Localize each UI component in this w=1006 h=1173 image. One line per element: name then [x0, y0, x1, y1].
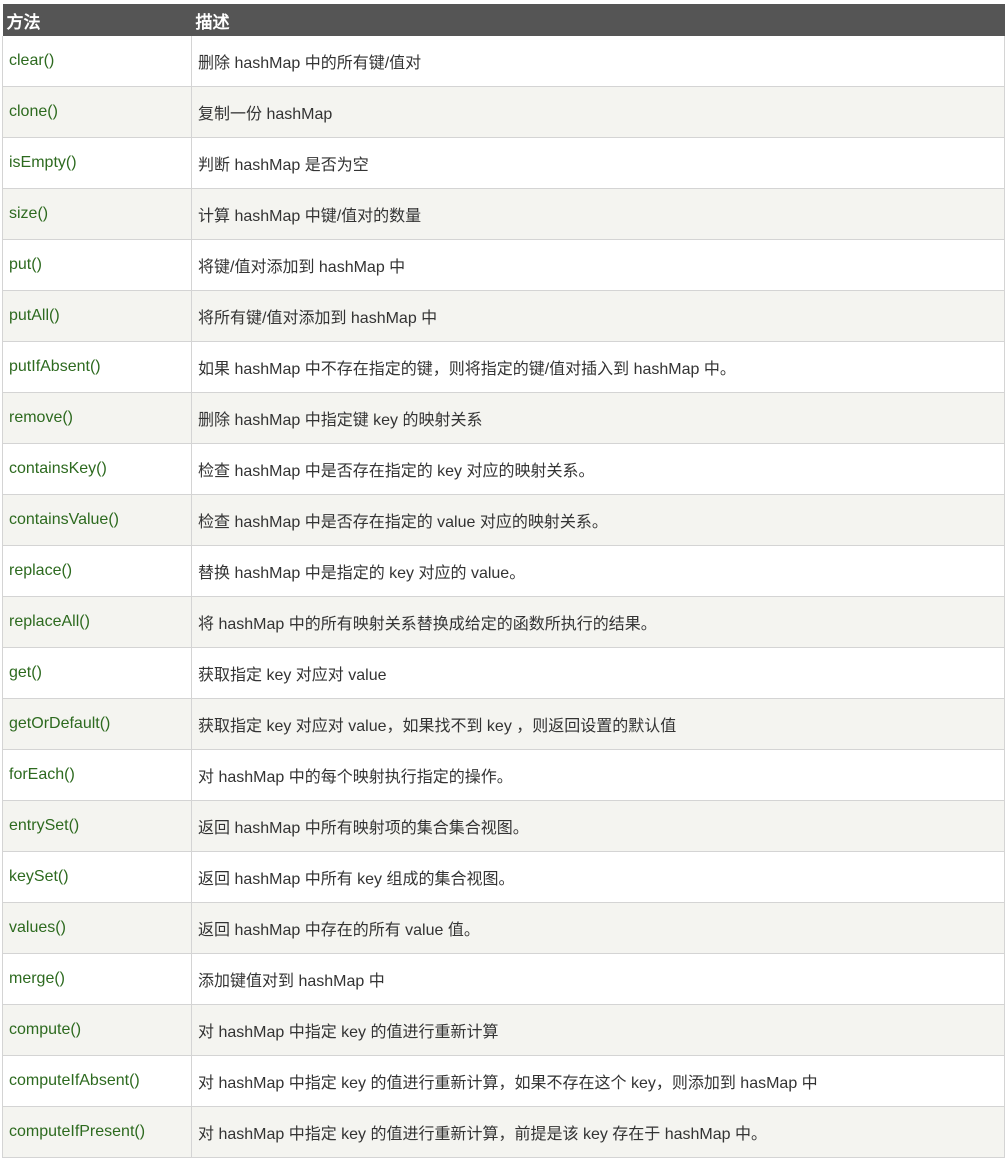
method-cell: values() — [2, 902, 192, 954]
description-cell: 获取指定 key 对应对 value — [191, 647, 1005, 699]
description-cell: 对 hashMap 中的每个映射执行指定的操作。 — [191, 749, 1005, 801]
description-cell: 将所有键/值对添加到 hashMap 中 — [191, 290, 1005, 342]
method-cell: keySet() — [2, 851, 192, 903]
table-body: clear() 删除 hashMap 中的所有键/值对 clone() 复制一份 h… — [2, 36, 1005, 1158]
description-cell: 如果 hashMap 中不存在指定的键，则将指定的键/值对插入到 hashMap… — [191, 341, 1005, 393]
methods-table-container: 方法 描述 clear() 删除 hashMap 中的所有键/值对 clone()… — [2, 4, 1005, 1158]
table-row: put() 将键/值对添加到 hashMap 中 — [2, 239, 1005, 291]
description-cell: 替换 hashMap 中是指定的 key 对应的 value。 — [191, 545, 1005, 597]
description-cell: 获取指定 key 对应对 value，如果找不到 key ，则返回设置的默认值 — [191, 698, 1005, 750]
method-cell: clone() — [2, 86, 192, 138]
description-cell: 复制一份 hashMap — [191, 86, 1005, 138]
table-row: containsKey() 检查 hashMap 中是否存在指定的 key 对应的… — [2, 443, 1005, 495]
description-cell: 返回 hashMap 中存在的所有 value 值。 — [191, 902, 1005, 954]
methods-table: 方法 描述 clear() 删除 hashMap 中的所有键/值对 clone()… — [2, 4, 1005, 1158]
table-row: containsValue() 检查 hashMap 中是否存在指定的 value… — [2, 494, 1005, 546]
method-cell: putIfAbsent() — [2, 341, 192, 393]
description-cell: 将 hashMap 中的所有映射关系替换成给定的函数所执行的结果。 — [191, 596, 1005, 648]
header-method: 方法 — [2, 4, 192, 36]
method-cell: containsValue() — [2, 494, 192, 546]
table-row: putAll() 将所有键/值对添加到 hashMap 中 — [2, 290, 1005, 342]
table-row: computeIfAbsent() 对 hashMap 中指定 key 的值进行重… — [2, 1055, 1005, 1107]
description-cell: 添加键值对到 hashMap 中 — [191, 953, 1005, 1005]
method-cell: isEmpty() — [2, 137, 192, 189]
table-row: putIfAbsent() 如果 hashMap 中不存在指定的键，则将指定的键/… — [2, 341, 1005, 393]
description-cell: 返回 hashMap 中所有 key 组成的集合视图。 — [191, 851, 1005, 903]
table-row: replaceAll() 将 hashMap 中的所有映射关系替换成给定的函数所执… — [2, 596, 1005, 648]
method-cell: computeIfAbsent() — [2, 1055, 192, 1107]
method-cell: get() — [2, 647, 192, 699]
method-cell: computeIfPresent() — [2, 1106, 192, 1158]
table-row: clear() 删除 hashMap 中的所有键/值对 — [2, 36, 1005, 87]
table-row: size() 计算 hashMap 中键/值对的数量 — [2, 188, 1005, 240]
description-cell: 将键/值对添加到 hashMap 中 — [191, 239, 1005, 291]
method-cell: forEach() — [2, 749, 192, 801]
header-row: 方法 描述 — [2, 4, 1005, 36]
table-row: getOrDefault() 获取指定 key 对应对 value，如果找不到 k… — [2, 698, 1005, 750]
table-row: isEmpty() 判断 hashMap 是否为空 — [2, 137, 1005, 189]
method-cell: put() — [2, 239, 192, 291]
description-cell: 删除 hashMap 中的所有键/值对 — [191, 36, 1005, 87]
description-cell: 检查 hashMap 中是否存在指定的 value 对应的映射关系。 — [191, 494, 1005, 546]
table-row: forEach() 对 hashMap 中的每个映射执行指定的操作。 — [2, 749, 1005, 801]
table-row: remove() 删除 hashMap 中指定键 key 的映射关系 — [2, 392, 1005, 444]
method-cell: containsKey() — [2, 443, 192, 495]
table-row: entrySet() 返回 hashMap 中所有映射项的集合集合视图。 — [2, 800, 1005, 852]
table-row: clone() 复制一份 hashMap — [2, 86, 1005, 138]
method-cell: remove() — [2, 392, 192, 444]
description-cell: 对 hashMap 中指定 key 的值进行重新计算 — [191, 1004, 1005, 1056]
description-cell: 对 hashMap 中指定 key 的值进行重新计算，前提是该 key 存在于 … — [191, 1106, 1005, 1158]
table-row: compute() 对 hashMap 中指定 key 的值进行重新计算 — [2, 1004, 1005, 1056]
table-row: replace() 替换 hashMap 中是指定的 key 对应的 value。 — [2, 545, 1005, 597]
table-row: merge() 添加键值对到 hashMap 中 — [2, 953, 1005, 1005]
description-cell: 计算 hashMap 中键/值对的数量 — [191, 188, 1005, 240]
method-cell: clear() — [2, 36, 192, 87]
table-row: keySet() 返回 hashMap 中所有 key 组成的集合视图。 — [2, 851, 1005, 903]
method-cell: entrySet() — [2, 800, 192, 852]
description-cell: 返回 hashMap 中所有映射项的集合集合视图。 — [191, 800, 1005, 852]
table-header: 方法 描述 — [2, 4, 1005, 36]
method-cell: merge() — [2, 953, 192, 1005]
table-row: get() 获取指定 key 对应对 value — [2, 647, 1005, 699]
description-cell: 删除 hashMap 中指定键 key 的映射关系 — [191, 392, 1005, 444]
header-description: 描述 — [191, 4, 1005, 36]
description-cell: 对 hashMap 中指定 key 的值进行重新计算，如果不存在这个 key，则… — [191, 1055, 1005, 1107]
method-cell: putAll() — [2, 290, 192, 342]
method-cell: size() — [2, 188, 192, 240]
method-cell: replaceAll() — [2, 596, 192, 648]
table-row: values() 返回 hashMap 中存在的所有 value 值。 — [2, 902, 1005, 954]
method-cell: replace() — [2, 545, 192, 597]
description-cell: 判断 hashMap 是否为空 — [191, 137, 1005, 189]
method-cell: getOrDefault() — [2, 698, 192, 750]
description-cell: 检查 hashMap 中是否存在指定的 key 对应的映射关系。 — [191, 443, 1005, 495]
method-cell: compute() — [2, 1004, 192, 1056]
table-row: computeIfPresent() 对 hashMap 中指定 key 的值进行… — [2, 1106, 1005, 1158]
